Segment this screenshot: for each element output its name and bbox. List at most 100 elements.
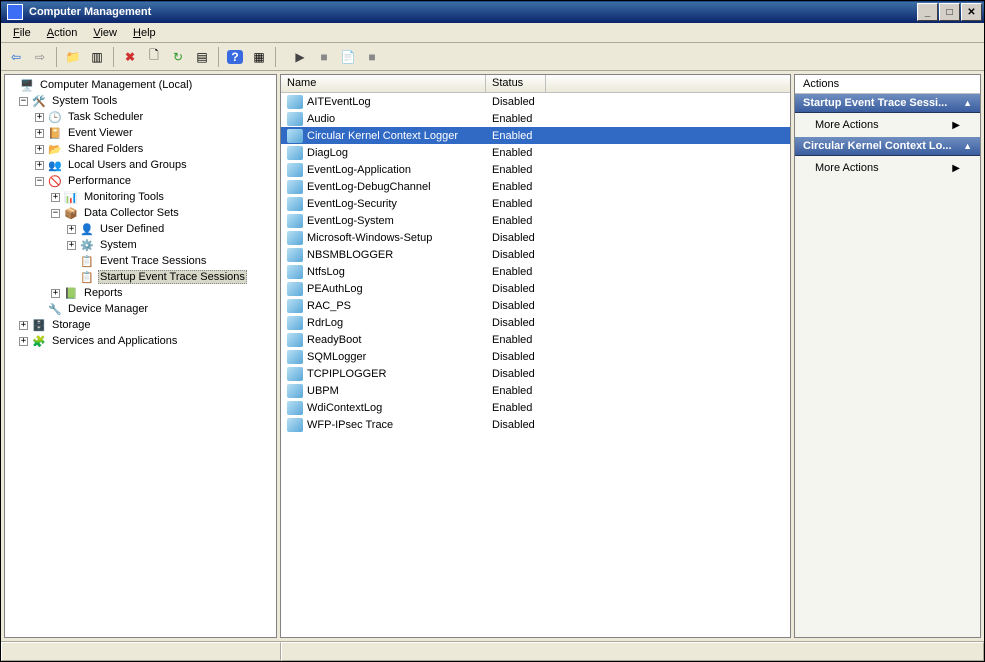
tree-device-manager[interactable]: 🔧 Device Manager (5, 301, 276, 317)
list-row[interactable]: WFP-IPsec TraceDisabled (281, 416, 790, 433)
tree-services-apps[interactable]: + 🧩 Services and Applications (5, 333, 276, 349)
menu-help[interactable]: Help (125, 25, 164, 41)
actions-more-1[interactable]: More Actions ▶ (795, 113, 980, 137)
list-row[interactable]: SQMLoggerDisabled (281, 348, 790, 365)
session-icon (287, 197, 303, 211)
cell-name-text: EventLog-DebugChannel (307, 181, 431, 193)
list-row[interactable]: EventLog-DebugChannelEnabled (281, 178, 790, 195)
tree-system-tools[interactable]: − 🛠️ System Tools (5, 93, 276, 109)
cell-name-text: Microsoft-Windows-Setup (307, 232, 432, 244)
list-row[interactable]: RAC_PSDisabled (281, 297, 790, 314)
disk-icon: ■ (368, 50, 375, 64)
play-button[interactable]: ▶ (289, 46, 311, 68)
delete-button[interactable]: ✖ (119, 46, 141, 68)
device-manager-icon: 🔧 (47, 301, 63, 317)
tree-reports[interactable]: + 📗 Reports (5, 285, 276, 301)
cell-name: EventLog-Security (281, 197, 486, 211)
list-row[interactable]: PEAuthLogDisabled (281, 280, 790, 297)
tree-event-viewer[interactable]: + 📔 Event Viewer (5, 125, 276, 141)
expand-icon[interactable]: + (51, 289, 60, 298)
expand-icon[interactable]: + (35, 113, 44, 122)
maximize-button[interactable]: □ (939, 3, 960, 21)
expand-icon[interactable]: + (19, 337, 28, 346)
forward-button[interactable]: ⇨ (29, 46, 51, 68)
expand-icon[interactable]: + (35, 145, 44, 154)
tree-label: Monitoring Tools (82, 190, 166, 204)
menu-file[interactable]: File (5, 25, 39, 41)
session-icon (287, 299, 303, 313)
tree-system-dcs[interactable]: + ⚙️ System (5, 237, 276, 253)
cell-name-text: RAC_PS (307, 300, 351, 312)
showhide-button[interactable]: ▦ (248, 46, 270, 68)
tree-local-users[interactable]: + 👥 Local Users and Groups (5, 157, 276, 173)
collapse-icon[interactable]: − (35, 177, 44, 186)
list-row[interactable]: NBSMBLOGGERDisabled (281, 246, 790, 263)
actions-group-selected[interactable]: Circular Kernel Context Lo... ▲ (795, 137, 980, 156)
actions-group-startup[interactable]: Startup Event Trace Sessi... ▲ (795, 94, 980, 113)
list-row[interactable]: Microsoft-Windows-SetupDisabled (281, 229, 790, 246)
tree-label: User Defined (98, 222, 166, 236)
properties-button[interactable]: ▥ (86, 46, 108, 68)
new-button[interactable]: 📄 (337, 46, 359, 68)
expand-icon[interactable]: + (67, 225, 76, 234)
clock-icon: 🕒 (47, 109, 63, 125)
list-row[interactable]: DiagLogEnabled (281, 144, 790, 161)
list-row[interactable]: RdrLogDisabled (281, 314, 790, 331)
list-row[interactable]: UBPMEnabled (281, 382, 790, 399)
back-button[interactable]: ⇦ (5, 46, 27, 68)
cell-name: AITEventLog (281, 95, 486, 109)
list-row[interactable]: EventLog-ApplicationEnabled (281, 161, 790, 178)
list-row[interactable]: EventLog-SecurityEnabled (281, 195, 790, 212)
column-header-name[interactable]: Name (281, 75, 486, 92)
storage-icon: 🗄️ (31, 317, 47, 333)
tree-startup-event-trace-sessions[interactable]: 📋 Startup Event Trace Sessions (5, 269, 276, 285)
expand-icon[interactable]: + (67, 241, 76, 250)
menu-action[interactable]: Action (39, 25, 86, 41)
reload-button[interactable]: ↻ (167, 46, 189, 68)
trace-icon: 📋 (79, 269, 95, 285)
tree-root[interactable]: 🖥️ Computer Management (Local) (5, 77, 276, 93)
list-row[interactable]: AITEventLogDisabled (281, 93, 790, 110)
tree-data-collector-sets[interactable]: − 📦 Data Collector Sets (5, 205, 276, 221)
dcs-icon: 📦 (63, 205, 79, 221)
tree-label: Shared Folders (66, 142, 145, 156)
app-icon (7, 4, 23, 20)
tree-event-trace-sessions[interactable]: 📋 Event Trace Sessions (5, 253, 276, 269)
tree-user-defined[interactable]: + 👤 User Defined (5, 221, 276, 237)
expand-icon[interactable]: + (19, 321, 28, 330)
list-row[interactable]: Circular Kernel Context LoggerEnabled (281, 127, 790, 144)
session-icon (287, 265, 303, 279)
list-row[interactable]: NtfsLogEnabled (281, 263, 790, 280)
tree-shared-folders[interactable]: + 📂 Shared Folders (5, 141, 276, 157)
stop-button[interactable]: ■ (313, 46, 335, 68)
tree-storage[interactable]: + 🗄️ Storage (5, 317, 276, 333)
tree-monitoring-tools[interactable]: + 📊 Monitoring Tools (5, 189, 276, 205)
refresh-button[interactable]: 🗋 (143, 46, 165, 68)
list-row[interactable]: ReadyBootEnabled (281, 331, 790, 348)
showhide-icon: ▦ (253, 50, 264, 64)
collapse-icon[interactable]: − (19, 97, 28, 106)
toolbar-separator (113, 47, 114, 67)
column-header-status[interactable]: Status (486, 75, 546, 92)
save-button[interactable]: ■ (361, 46, 383, 68)
list-row[interactable]: WdiContextLogEnabled (281, 399, 790, 416)
close-button[interactable]: ✕ (961, 3, 982, 21)
expand-icon (7, 81, 16, 90)
export-button[interactable]: ▤ (191, 46, 213, 68)
cell-name: EventLog-Application (281, 163, 486, 177)
up-button[interactable]: 📁 (62, 46, 84, 68)
collapse-icon[interactable]: − (51, 209, 60, 218)
list-row[interactable]: EventLog-SystemEnabled (281, 212, 790, 229)
help-button[interactable]: ? (224, 46, 246, 68)
tree-label: Services and Applications (50, 334, 179, 348)
actions-more-2[interactable]: More Actions ▶ (795, 156, 980, 180)
menu-view[interactable]: View (85, 25, 125, 41)
minimize-button[interactable]: _ (917, 3, 938, 21)
list-row[interactable]: TCPIPLOGGERDisabled (281, 365, 790, 382)
tree-performance[interactable]: − 🚫 Performance (5, 173, 276, 189)
expand-icon[interactable]: + (35, 161, 44, 170)
expand-icon[interactable]: + (51, 193, 60, 202)
tree-task-scheduler[interactable]: + 🕒 Task Scheduler (5, 109, 276, 125)
list-row[interactable]: AudioEnabled (281, 110, 790, 127)
expand-icon[interactable]: + (35, 129, 44, 138)
